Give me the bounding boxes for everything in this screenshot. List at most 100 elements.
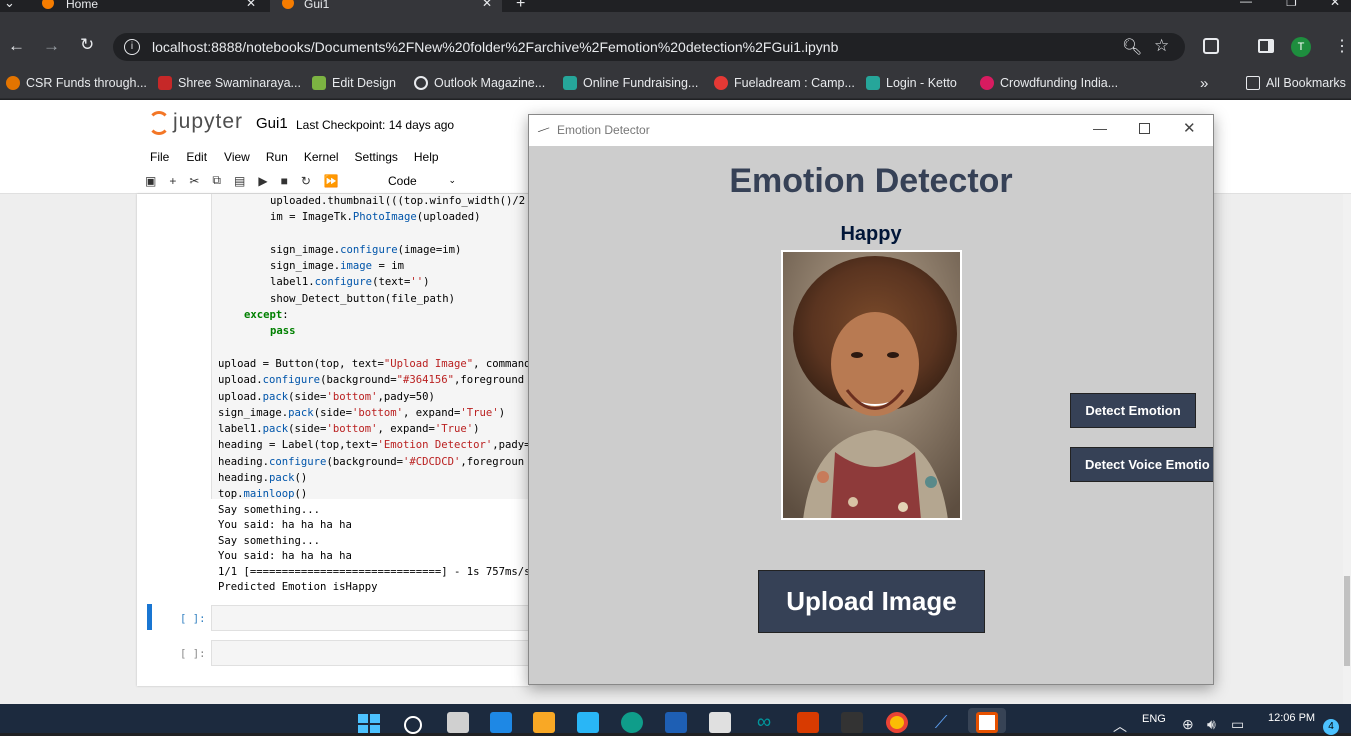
tk-app-icon[interactable] [976,712,998,733]
close-window-icon[interactable]: ✕ [1330,0,1340,9]
maximize-icon[interactable] [1139,123,1150,134]
kebab-menu-icon[interactable]: ⋮ [1334,36,1350,56]
code-line: label1.pack(side='bottom', expand='True'… [218,421,531,437]
upload-image-button[interactable]: Upload Image [758,570,985,633]
profile-avatar[interactable]: T [1291,37,1311,57]
jupyter-logo-text: jupyter [173,110,244,133]
back-icon[interactable]: ← [8,36,25,56]
code-token: ) [498,406,506,419]
cut-icon[interactable]: ✂ [189,174,199,188]
zoom-icon[interactable]: 🔍︎ [1122,37,1142,57]
code-token: configure [314,276,373,289]
forward-icon[interactable]: → [43,36,60,56]
code-token: upload. [218,374,263,387]
code-line: except: [218,307,531,323]
code-line: heading.configure(background='#CDCDCD',f… [218,454,531,470]
notebook-name[interactable]: Gui1 [256,115,288,132]
stop-icon[interactable]: ■ [281,174,288,188]
site-info-icon[interactable]: i [124,39,140,55]
copy-icon[interactable]: ⧉ [212,173,221,188]
minimize-icon[interactable]: — [1093,120,1107,136]
close-icon[interactable]: ✕ [246,0,256,10]
menu-file[interactable]: File [150,150,169,164]
language-indicator[interactable]: ENG [1142,713,1166,725]
code-token: : [282,309,289,322]
battery-icon[interactable]: ▭ [1231,716,1244,733]
bookmark-item[interactable]: Shree Swaminaraya... [158,76,301,90]
cell-prompt: [ ]: [180,648,206,660]
extensions-icon[interactable] [1203,38,1219,54]
output-line: You said: ha ha ha ha [218,519,352,532]
url-text[interactable]: localhost:8888/notebooks/Documents%2FNew… [152,39,838,55]
side-panel-icon[interactable] [1258,39,1274,53]
detect-emotion-button[interactable]: Detect Emotion [1070,393,1196,428]
word-icon[interactable] [665,712,687,733]
run-icon[interactable]: ▶ [258,174,267,188]
widgets-icon[interactable] [490,712,512,733]
crowdfunding-icon [980,76,994,90]
volume-icon[interactable]: 🔊︎ [1207,716,1216,733]
menu-settings[interactable]: Settings [355,150,398,164]
bookmark-item[interactable]: Online Fundraising... [563,76,698,90]
restart-icon[interactable]: ↻ [301,174,311,188]
tab-home[interactable]: Home ✕ [28,0,270,12]
code-token: sign_image. [270,243,341,256]
run-all-icon[interactable]: ⏩ [324,174,339,188]
minimize-icon[interactable]: — [1240,0,1252,8]
menu-view[interactable]: View [224,150,250,164]
chevron-up-icon[interactable]: ︿ [1113,716,1127,736]
empty-cell-input[interactable] [211,605,529,631]
paste-icon[interactable]: ▤ [234,174,245,188]
output-line: You said: ha ha ha ha [218,550,352,563]
code-token: image [340,260,373,273]
restore-icon[interactable]: ❐ [1286,0,1297,9]
chrome-icon[interactable] [886,712,908,733]
search-icon[interactable] [404,716,422,734]
all-bookmarks-label: All Bookmarks [1266,76,1346,90]
bookmark-item[interactable]: CSR Funds through... [6,76,147,90]
terminal-icon[interactable] [841,712,863,733]
network-icon[interactable]: ⊕ [1182,716,1194,733]
bookmark-item[interactable]: Login - Ketto [866,76,957,90]
mail-icon[interactable] [577,712,599,733]
detect-voice-emotion-button[interactable]: Detect Voice Emotio [1070,447,1213,482]
more-bookmarks-icon[interactable]: » [1200,75,1208,92]
save-icon[interactable]: ▣ [145,174,156,188]
file-explorer-icon[interactable] [533,712,555,733]
tk-titlebar: ⟋ Emotion Detector — ✕ [529,115,1213,146]
python-feather-icon[interactable]: ⟋ [930,712,952,733]
menu-run[interactable]: Run [266,150,288,164]
code-token: pass [270,325,296,338]
code-token: PhotoImage [352,211,417,224]
bookmark-item[interactable]: Crowdfunding India... [980,76,1118,90]
reload-icon[interactable]: ↻ [80,35,94,55]
scrollbar-thumb[interactable] [1344,576,1350,666]
add-cell-icon[interactable]: + [169,174,176,188]
edge-icon[interactable] [621,712,643,733]
task-view-icon[interactable] [447,712,469,733]
office-icon[interactable] [797,712,819,733]
bookmark-item[interactable]: Fueladream : Camp... [714,76,855,90]
code-token: '#CDCDCD' [402,455,461,468]
bookmark-star-icon[interactable]: ☆ [1154,36,1169,56]
all-bookmarks[interactable]: All Bookmarks [1246,76,1346,90]
code-token: (background= [326,455,403,468]
menu-kernel[interactable]: Kernel [304,150,339,164]
code-token: (background= [320,374,397,387]
jupyter-logo-icon[interactable] [148,111,170,135]
empty-cell-input[interactable] [211,640,529,666]
menu-help[interactable]: Help [414,150,439,164]
store-icon[interactable] [709,712,731,733]
cell-type-select[interactable]: Code ⌄ [382,171,462,190]
tab-gui1[interactable]: Gui1 ✕ [270,0,502,12]
arduino-icon[interactable]: ∞ [753,712,775,733]
code-line: uploaded.thumbnail(((top.winfo_width()/2 [218,193,531,209]
bookmark-item[interactable]: Edit Design [312,76,396,90]
close-icon[interactable]: ✕ [482,0,492,10]
bookmark-item[interactable]: Outlook Magazine... [414,76,545,90]
clock-time[interactable]: 12:06 PM [1268,712,1315,724]
tab-search-icon[interactable]: ⌄ [4,0,26,11]
menu-edit[interactable]: Edit [186,150,207,164]
close-icon[interactable]: ✕ [1183,119,1196,137]
start-icon[interactable] [358,714,380,733]
